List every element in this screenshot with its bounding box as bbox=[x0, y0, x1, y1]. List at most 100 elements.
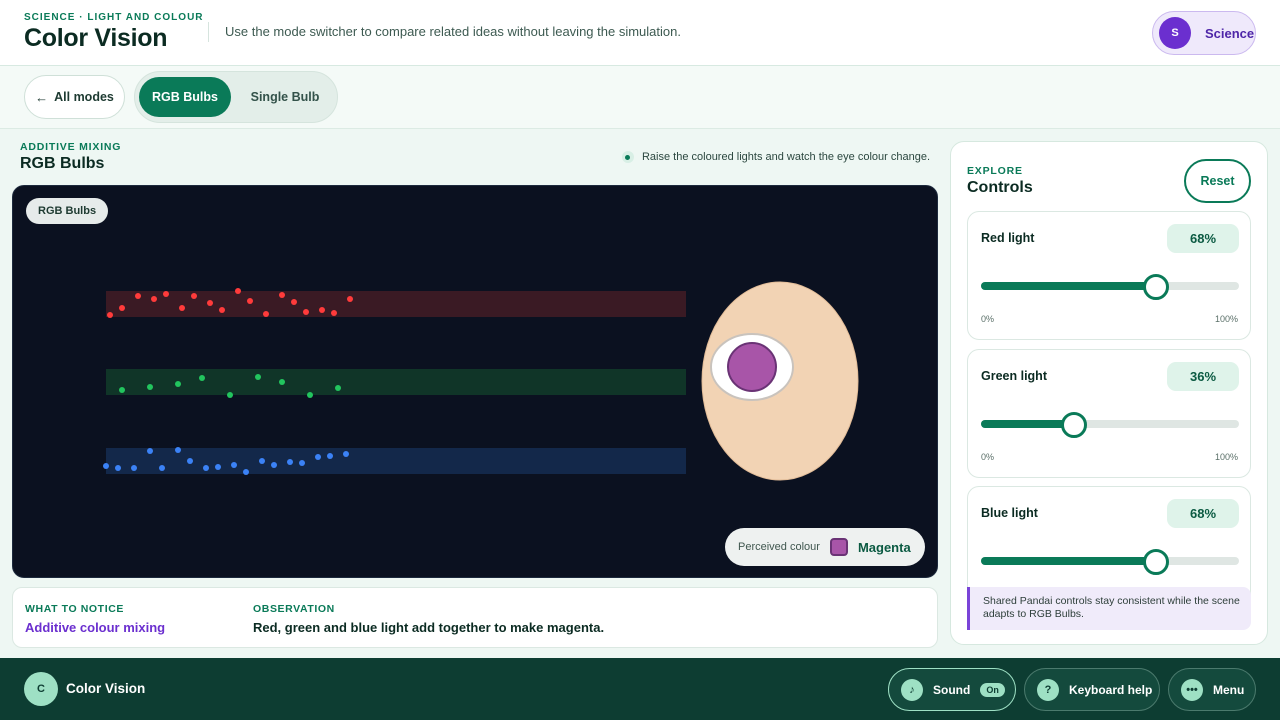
blue-light-track[interactable] bbox=[981, 557, 1239, 565]
sound-label: Sound bbox=[933, 682, 971, 697]
green-photon bbox=[175, 381, 181, 387]
red-photon bbox=[247, 298, 253, 304]
menu-button[interactable]: ••• Menu bbox=[1168, 668, 1256, 711]
blue-photon bbox=[175, 447, 181, 453]
blue-light-fill bbox=[981, 557, 1157, 565]
red-photon bbox=[119, 305, 125, 311]
red-photon bbox=[235, 288, 241, 294]
green-photon bbox=[119, 387, 125, 393]
subject-chip[interactable]: S Science bbox=[1152, 11, 1256, 55]
slider-card-red: Red light 68% 0% 100% bbox=[967, 211, 1251, 340]
reset-button[interactable]: Reset bbox=[1184, 159, 1251, 203]
what-to-notice-value: Additive colour mixing bbox=[25, 620, 166, 635]
blue-photon bbox=[203, 465, 209, 471]
blue-photon bbox=[215, 464, 221, 470]
all-modes-button[interactable]: ← All modes bbox=[24, 75, 125, 119]
simulation-stage[interactable]: RGB Bulbs Perceived colour Magenta bbox=[12, 185, 938, 578]
footer-app-title: Color Vision bbox=[66, 681, 146, 696]
blue-photon bbox=[147, 448, 153, 454]
red-photon bbox=[179, 305, 185, 311]
red-photon bbox=[347, 296, 353, 302]
perceived-colour-swatch bbox=[829, 538, 848, 556]
red-photon bbox=[263, 311, 269, 317]
blue-photon bbox=[131, 465, 137, 471]
observation-label: OBSERVATION bbox=[253, 603, 335, 615]
blue-light-thumb[interactable] bbox=[1143, 549, 1170, 575]
app-header: SCIENCE · LIGHT AND COLOUR Color Vision … bbox=[0, 0, 1280, 66]
green-light-beam bbox=[106, 369, 686, 395]
red-light-min: 0% bbox=[981, 314, 995, 324]
music-note-icon: ♪ bbox=[901, 678, 923, 701]
red-light-fill bbox=[981, 282, 1157, 290]
controls-note: Shared Pandai controls stay consistent w… bbox=[967, 587, 1251, 630]
green-photon bbox=[335, 385, 341, 391]
simulation-canvas bbox=[103, 281, 859, 481]
more-dots-icon: ••• bbox=[1181, 678, 1203, 701]
red-light-value: 68% bbox=[1167, 224, 1239, 253]
green-light-thumb[interactable] bbox=[1060, 412, 1087, 438]
green-photon bbox=[279, 379, 285, 385]
red-photon bbox=[191, 293, 197, 299]
blue-photon bbox=[271, 462, 277, 468]
scene-hint: Raise the coloured lights and watch the … bbox=[621, 151, 930, 163]
observation-value: Red, green and blue light add together t… bbox=[253, 620, 605, 635]
scene-hint-text: Raise the coloured lights and watch the … bbox=[641, 151, 930, 163]
red-photon bbox=[107, 312, 113, 318]
question-icon: ? bbox=[1037, 678, 1059, 701]
all-modes-label: All modes bbox=[54, 90, 114, 104]
perceived-colour-label: Perceived colour bbox=[738, 541, 820, 553]
green-photon bbox=[307, 392, 313, 398]
eye-iris bbox=[727, 342, 777, 392]
perceived-colour-readout: Perceived colour Magenta bbox=[725, 528, 925, 566]
app-footer: C Color Vision ♪ Sound On ? Keyboard hel… bbox=[0, 658, 1280, 720]
header-subtitle: Use the mode switcher to compare related… bbox=[225, 24, 681, 39]
green-light-label: Green light bbox=[981, 369, 1047, 383]
blue-light-label: Blue light bbox=[981, 506, 1038, 520]
blue-photon bbox=[231, 462, 237, 468]
green-light-max: 100% bbox=[1214, 452, 1238, 462]
green-light-min: 0% bbox=[981, 452, 995, 462]
red-light-track[interactable] bbox=[981, 282, 1239, 290]
subject-eyebrow: SCIENCE · LIGHT AND COLOUR bbox=[24, 12, 204, 23]
green-photon bbox=[255, 374, 261, 380]
mode-rgb-bulbs[interactable]: RGB Bulbs bbox=[139, 77, 231, 117]
app-title: Color Vision bbox=[24, 24, 168, 52]
controls-title: Controls bbox=[967, 179, 1033, 196]
green-photon bbox=[147, 384, 153, 390]
red-photon bbox=[319, 307, 325, 313]
controls-eyebrow: EXPLORE bbox=[967, 165, 1023, 177]
blue-photon bbox=[315, 454, 321, 460]
green-light-track[interactable] bbox=[981, 420, 1239, 428]
subject-avatar: S bbox=[1159, 17, 1191, 49]
scene-eyebrow: ADDITIVE MIXING bbox=[20, 141, 122, 153]
blue-photon bbox=[287, 459, 293, 465]
red-photon bbox=[279, 292, 285, 298]
red-photon bbox=[219, 307, 225, 313]
green-light-fill bbox=[981, 420, 1074, 428]
hint-dot-icon bbox=[621, 151, 634, 163]
mode-bar: ← All modes RGB Bulbs Single Bulb bbox=[0, 66, 1280, 129]
perceived-colour-value: Magenta bbox=[857, 539, 911, 555]
notice-card: WHAT TO NOTICE Additive colour mixing OB… bbox=[12, 587, 938, 648]
green-photon bbox=[227, 392, 233, 398]
menu-label: Menu bbox=[1213, 682, 1245, 697]
red-photon bbox=[151, 296, 157, 302]
red-light-thumb[interactable] bbox=[1143, 274, 1170, 300]
red-light-label: Red light bbox=[981, 231, 1035, 245]
blue-photon bbox=[327, 453, 333, 459]
mode-single-bulb[interactable]: Single Bulb bbox=[239, 77, 331, 117]
red-photon bbox=[303, 309, 309, 315]
blue-photon bbox=[159, 465, 165, 471]
arrow-left-icon: ← bbox=[35, 89, 49, 105]
slider-card-green: Green light 36% 0% 100% bbox=[967, 349, 1251, 478]
header-divider bbox=[208, 22, 209, 42]
scene-title: RGB Bulbs bbox=[20, 155, 105, 172]
sound-toggle-button[interactable]: ♪ Sound On bbox=[888, 668, 1016, 711]
red-photon bbox=[207, 300, 213, 306]
red-light-max: 100% bbox=[1214, 314, 1238, 324]
keyboard-help-button[interactable]: ? Keyboard help bbox=[1024, 668, 1160, 711]
blue-photon bbox=[187, 458, 193, 464]
blue-photon bbox=[115, 465, 121, 471]
subject-label: Science bbox=[1205, 25, 1255, 41]
blue-photon bbox=[343, 451, 349, 457]
